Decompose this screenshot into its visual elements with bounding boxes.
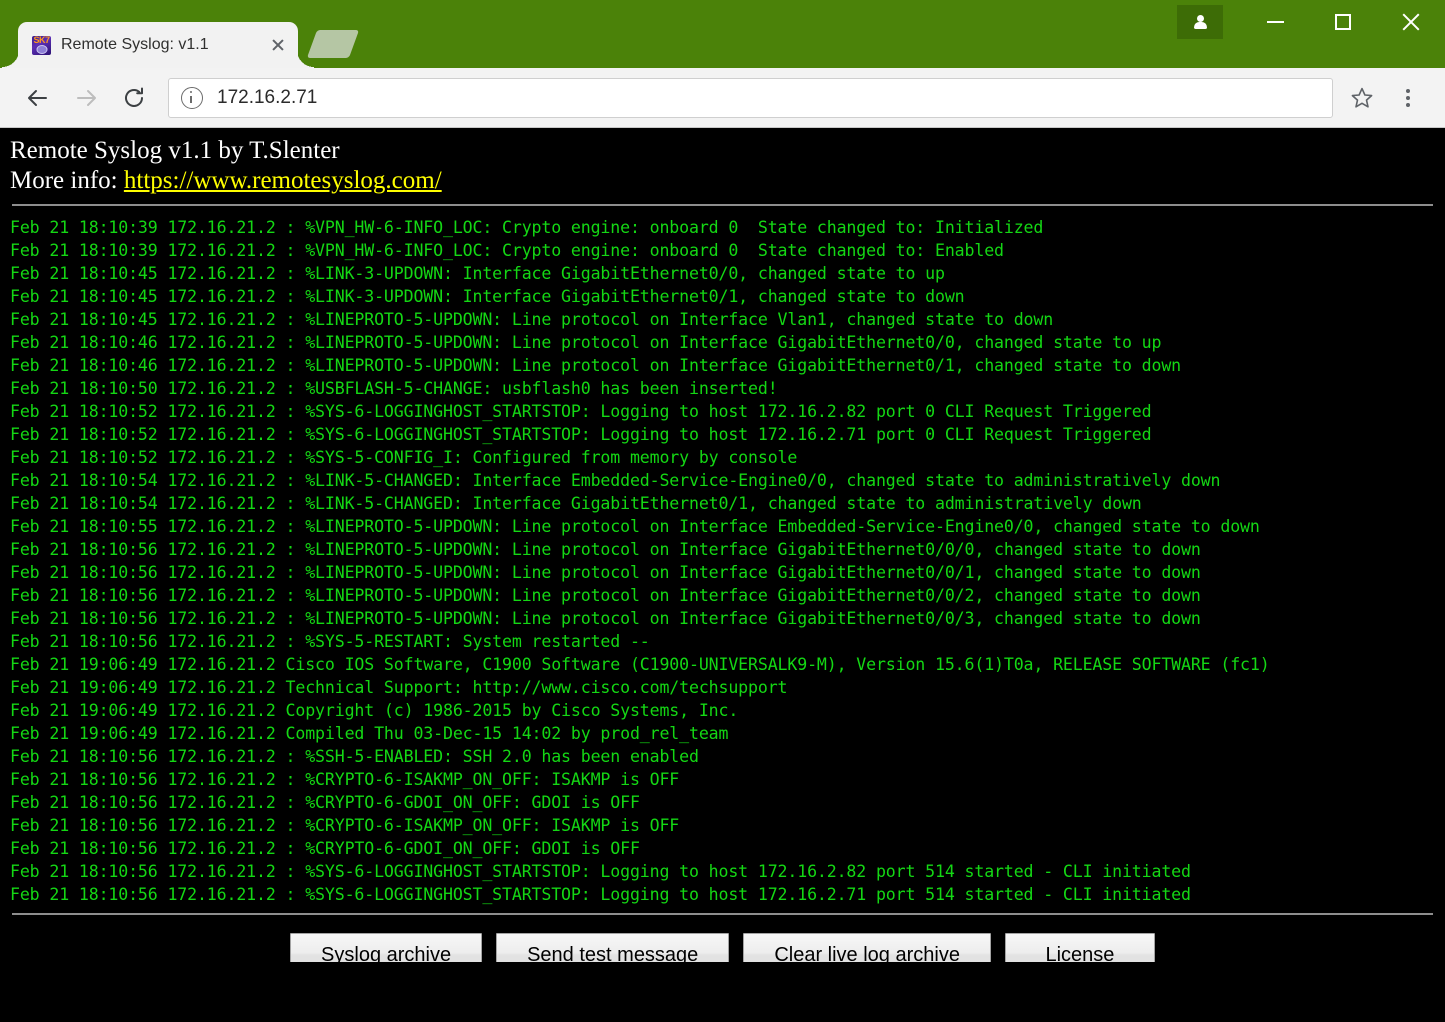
log-line: Feb 21 19:06:49 172.16.21.2 Technical Su… (10, 676, 1445, 699)
log-line: Feb 21 18:10:56 172.16.21.2 : %LINEPROTO… (10, 561, 1445, 584)
close-tab-icon[interactable] (264, 31, 292, 59)
log-line: Feb 21 19:06:49 172.16.21.2 Compiled Thu… (10, 722, 1445, 745)
log-line: Feb 21 18:10:56 172.16.21.2 : %CRYPTO-6-… (10, 791, 1445, 814)
remotesyslog-link[interactable]: https://www.remotesyslog.com/ (124, 167, 442, 194)
syslog-log-area: Feb 21 18:10:39 172.16.21.2 : %VPN_HW-6-… (0, 212, 1445, 906)
send-test-message-button[interactable]: Send test message (496, 933, 729, 962)
log-line: Feb 21 18:10:56 172.16.21.2 : %CRYPTO-6-… (10, 837, 1445, 860)
log-line: Feb 21 18:10:56 172.16.21.2 : %LINEPROTO… (10, 607, 1445, 630)
reload-button[interactable] (110, 74, 158, 122)
log-line: Feb 21 18:10:56 172.16.21.2 : %SSH-5-ENA… (10, 745, 1445, 768)
page-content: Remote Syslog v1.1 by T.Slenter More inf… (0, 128, 1445, 962)
more-info-line: More info: https://www.remotesyslog.com/ (10, 166, 1445, 196)
log-line: Feb 21 19:06:49 172.16.21.2 Cisco IOS So… (10, 653, 1445, 676)
log-line: Feb 21 18:10:39 172.16.21.2 : %VPN_HW-6-… (10, 239, 1445, 262)
new-tab-button[interactable] (307, 30, 359, 58)
globe-icon (36, 45, 47, 54)
forward-button[interactable] (62, 74, 110, 122)
clear-live-log-archive-button[interactable]: Clear live log archive (743, 933, 991, 962)
log-line: Feb 21 18:10:46 172.16.21.2 : %LINEPROTO… (10, 331, 1445, 354)
browser-menu-button[interactable] (1385, 75, 1431, 121)
page-title: Remote Syslog v1.1 by T.Slenter (10, 136, 1445, 166)
log-line: Feb 21 18:10:52 172.16.21.2 : %SYS-6-LOG… (10, 423, 1445, 446)
tab-strip: SK7 Remote Syslog: v1.1 (0, 22, 1445, 68)
license-button[interactable]: License (1005, 933, 1155, 962)
log-line: Feb 21 18:10:56 172.16.21.2 : %SYS-5-RES… (10, 630, 1445, 653)
info-icon[interactable] (181, 87, 203, 109)
forward-arrow-icon (73, 85, 99, 111)
page-header: Remote Syslog v1.1 by T.Slenter More inf… (0, 128, 1445, 196)
log-line: Feb 21 18:10:45 172.16.21.2 : %LINK-3-UP… (10, 262, 1445, 285)
log-line: Feb 21 18:10:45 172.16.21.2 : %LINEPROTO… (10, 308, 1445, 331)
log-line: Feb 21 18:10:54 172.16.21.2 : %LINK-5-CH… (10, 469, 1445, 492)
back-arrow-icon (25, 85, 51, 111)
header-divider (12, 204, 1433, 206)
more-info-label: More info: (10, 167, 118, 194)
browser-toolbar: 172.16.2.71 (0, 68, 1445, 128)
favicon-icon: SK7 (32, 36, 51, 55)
log-line: Feb 21 18:10:55 172.16.21.2 : %LINEPROTO… (10, 515, 1445, 538)
favicon-label: SK7 (32, 36, 51, 45)
three-dot-menu-icon (1406, 86, 1410, 110)
url-text: 172.16.2.71 (217, 87, 317, 109)
bookmark-button[interactable] (1339, 75, 1385, 121)
log-line: Feb 21 18:10:45 172.16.21.2 : %LINK-3-UP… (10, 285, 1445, 308)
log-line: Feb 21 18:10:56 172.16.21.2 : %SYS-6-LOG… (10, 860, 1445, 883)
log-line: Feb 21 18:10:52 172.16.21.2 : %SYS-6-LOG… (10, 400, 1445, 423)
syslog-archive-button[interactable]: Syslog archive (290, 933, 482, 962)
star-icon (1350, 86, 1374, 110)
browser-window: SK7 Remote Syslog: v1.1 (0, 0, 1445, 1022)
back-button[interactable] (14, 74, 62, 122)
log-line: Feb 21 19:06:49 172.16.21.2 Copyright (c… (10, 699, 1445, 722)
reload-icon (121, 85, 147, 111)
log-line: Feb 21 18:10:56 172.16.21.2 : %CRYPTO-6-… (10, 768, 1445, 791)
browser-tab[interactable]: SK7 Remote Syslog: v1.1 (18, 22, 298, 68)
log-line: Feb 21 18:10:56 172.16.21.2 : %SYS-6-LOG… (10, 883, 1445, 906)
log-line: Feb 21 18:10:56 172.16.21.2 : %LINEPROTO… (10, 584, 1445, 607)
tab-title: Remote Syslog: v1.1 (61, 36, 264, 54)
address-bar[interactable]: 172.16.2.71 (168, 78, 1333, 118)
log-line: Feb 21 18:10:50 172.16.21.2 : %USBFLASH-… (10, 377, 1445, 400)
log-line: Feb 21 18:10:46 172.16.21.2 : %LINEPROTO… (10, 354, 1445, 377)
browser-titlebar: SK7 Remote Syslog: v1.1 (0, 0, 1445, 68)
action-button-bar: Syslog archive Send test message Clear liv… (0, 915, 1445, 962)
log-line: Feb 21 18:10:56 172.16.21.2 : %LINEPROTO… (10, 538, 1445, 561)
log-line: Feb 21 18:10:39 172.16.21.2 : %VPN_HW-6-… (10, 216, 1445, 239)
log-line: Feb 21 18:10:56 172.16.21.2 : %CRYPTO-6-… (10, 814, 1445, 837)
log-line: Feb 21 18:10:54 172.16.21.2 : %LINK-5-CH… (10, 492, 1445, 515)
log-line: Feb 21 18:10:52 172.16.21.2 : %SYS-5-CON… (10, 446, 1445, 469)
